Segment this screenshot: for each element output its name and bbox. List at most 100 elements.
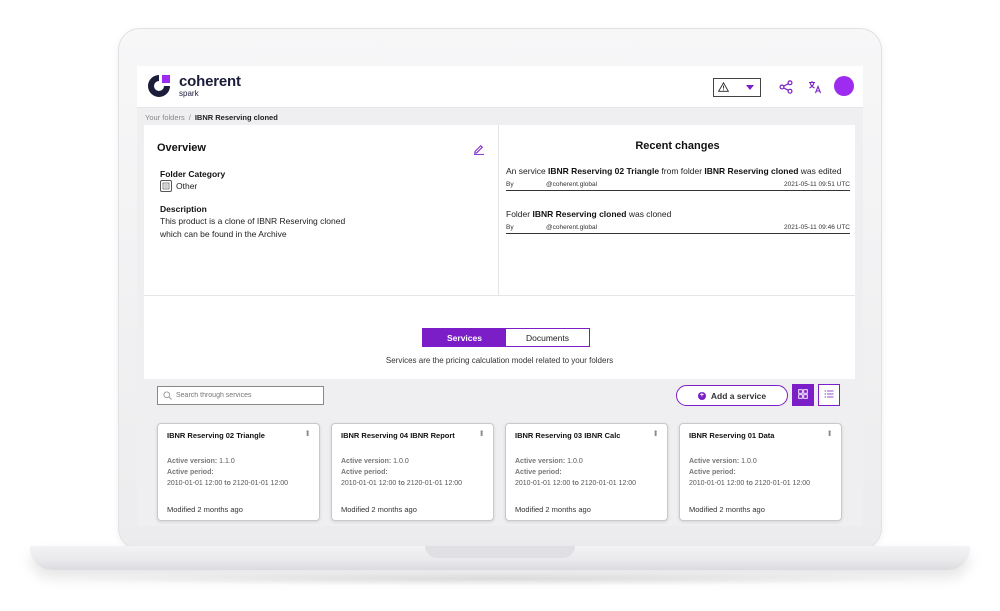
period-to-word: to <box>224 480 231 487</box>
user-avatar[interactable] <box>834 76 854 96</box>
recent-change-item: An service IBNR Reserving 02 Triangle fr… <box>506 166 850 191</box>
active-period-label: Active period: <box>689 469 736 476</box>
kebab-menu-icon[interactable]: ••• <box>303 430 312 435</box>
active-version-label: Active version: <box>167 458 218 465</box>
active-period-label-row: Active period: <box>167 469 214 476</box>
laptop-notch <box>425 546 575 558</box>
breadcrumb: Your folders / IBNR Reserving cloned <box>145 113 278 122</box>
active-period-label-row: Active period: <box>341 469 388 476</box>
change-author: @coherent.global <box>546 223 598 231</box>
logo-title: coherent <box>179 73 241 90</box>
recent-change-meta: By @coherent.global 2021-05-11 09:46 UTC <box>506 224 850 234</box>
service-card[interactable]: IBNR Reserving 04 IBNR Report ••• Active… <box>331 423 494 521</box>
list-icon <box>824 386 834 404</box>
breadcrumb-root-link[interactable]: Your folders <box>145 113 185 122</box>
kebab-menu-icon[interactable]: ••• <box>477 430 486 435</box>
service-card-title: IBNR Reserving 04 IBNR Report <box>341 431 455 440</box>
logo[interactable]: coherent spark <box>145 72 241 100</box>
active-version-row: Active version: 1.0.0 <box>689 458 757 465</box>
recent-changes-section: Recent changes An service IBNR Reserving… <box>500 125 855 295</box>
active-version-value: 1.0.0 <box>741 458 757 465</box>
search-input[interactable] <box>176 392 316 399</box>
kebab-menu-icon[interactable]: ••• <box>825 430 834 435</box>
app-screen: coherent spark Your folders / IBNR Reservi… <box>137 66 863 526</box>
recent-change-text: An service IBNR Reserving 02 Triangle fr… <box>506 166 850 178</box>
tab-services[interactable]: Services <box>423 329 506 346</box>
period-from: 2010-01-01 12:00 <box>515 480 571 487</box>
active-period-row: 2010-01-01 12:00 to 2120-01-01 12:00 <box>341 480 462 487</box>
service-card-title: IBNR Reserving 03 IBNR Calc <box>515 431 621 440</box>
content-tabs: Services Documents <box>422 328 590 347</box>
search-box[interactable] <box>157 386 324 405</box>
modified-text: Modified 2 months ago <box>515 505 591 514</box>
period-to: 2120-01-01 12:00 <box>406 480 463 487</box>
change-author: @coherent.global <box>546 180 598 188</box>
change-text-part: was edited <box>798 166 842 176</box>
change-by-label: By <box>506 180 514 188</box>
change-folder-name: IBNR Reserving cloned <box>532 209 627 219</box>
overview-title: Overview <box>157 142 206 154</box>
grid-icon <box>798 386 808 404</box>
active-period-label-row: Active period: <box>515 469 562 476</box>
top-bar: coherent spark <box>137 66 863 108</box>
period-to-word: to <box>572 480 579 487</box>
list-view-button[interactable] <box>818 384 840 406</box>
modified-text: Modified 2 months ago <box>341 505 417 514</box>
service-card-title: IBNR Reserving 02 Triangle <box>167 431 265 440</box>
active-version-value: 1.0.0 <box>393 458 409 465</box>
recent-change-text: Folder IBNR Reserving cloned was cloned <box>506 209 850 221</box>
modified-text: Modified 2 months ago <box>689 505 765 514</box>
service-card[interactable]: IBNR Reserving 03 IBNR Calc ••• Active v… <box>505 423 668 521</box>
recent-changes-title: Recent changes <box>635 140 720 152</box>
folder-category-label: Folder Category <box>160 169 226 179</box>
active-version-row: Active version: 1.1.0 <box>167 458 235 465</box>
period-from: 2010-01-01 12:00 <box>689 480 745 487</box>
active-period-label: Active period: <box>341 469 388 476</box>
service-card[interactable]: IBNR Reserving 01 Data ••• Active versio… <box>679 423 842 521</box>
active-period-row: 2010-01-01 12:00 to 2120-01-01 12:00 <box>167 480 288 487</box>
edit-icon[interactable] <box>473 142 485 155</box>
active-period-row: 2010-01-01 12:00 to 2120-01-01 12:00 <box>689 480 810 487</box>
coherent-logo-icon <box>145 72 173 100</box>
share-icon[interactable] <box>778 79 794 95</box>
active-version-label: Active version: <box>341 458 392 465</box>
add-service-label: Add a service <box>710 390 767 401</box>
period-to: 2120-01-01 12:00 <box>754 480 811 487</box>
period-to-word: to <box>398 480 405 487</box>
period-to: 2120-01-01 12:00 <box>232 480 289 487</box>
change-by-label: By <box>506 223 514 231</box>
active-version-label: Active version: <box>689 458 740 465</box>
active-period-label: Active period: <box>167 469 214 476</box>
warning-dropdown[interactable] <box>713 78 761 97</box>
period-to-word: to <box>746 480 753 487</box>
active-version-value: 1.0.0 <box>567 458 583 465</box>
modified-text: Modified 2 months ago <box>167 505 243 514</box>
kebab-menu-icon[interactable]: ••• <box>651 430 660 435</box>
breadcrumb-separator: / <box>188 113 191 122</box>
active-period-label: Active period: <box>515 469 562 476</box>
services-toolbar: + Add a service <box>144 379 855 413</box>
tab-documents[interactable]: Documents <box>506 329 589 346</box>
service-card-title: IBNR Reserving 01 Data <box>689 431 775 440</box>
grid-view-button[interactable] <box>792 384 814 406</box>
change-text-part: was cloned <box>626 209 672 219</box>
overview-section: Overview Folder Category Other Descripti… <box>144 125 499 295</box>
service-card[interactable]: IBNR Reserving 02 Triangle ••• Active ve… <box>157 423 320 521</box>
change-service-name: IBNR Reserving 02 Triangle <box>548 166 660 176</box>
add-service-button[interactable]: + Add a service <box>676 385 788 406</box>
description-value: This product is a clone of IBNR Reservin… <box>160 215 370 241</box>
category-icon <box>160 180 172 192</box>
change-text-part: from folder <box>659 166 705 176</box>
period-from: 2010-01-01 12:00 <box>167 480 223 487</box>
translate-icon[interactable] <box>807 79 823 95</box>
change-text-part: An service <box>506 166 549 176</box>
active-version-value: 1.1.0 <box>219 458 235 465</box>
period-from: 2010-01-01 12:00 <box>341 480 397 487</box>
description-line: This product is a clone of IBNR Reservin… <box>160 216 346 226</box>
laptop-shadow <box>60 572 940 586</box>
chevron-down-icon <box>746 85 754 90</box>
recent-change-item: Folder IBNR Reserving cloned was cloned … <box>506 209 850 234</box>
change-timestamp: 2021-05-11 09:51 UTC <box>783 180 850 188</box>
change-timestamp: 2021-05-11 09:46 UTC <box>783 223 850 231</box>
warning-icon <box>717 79 730 97</box>
